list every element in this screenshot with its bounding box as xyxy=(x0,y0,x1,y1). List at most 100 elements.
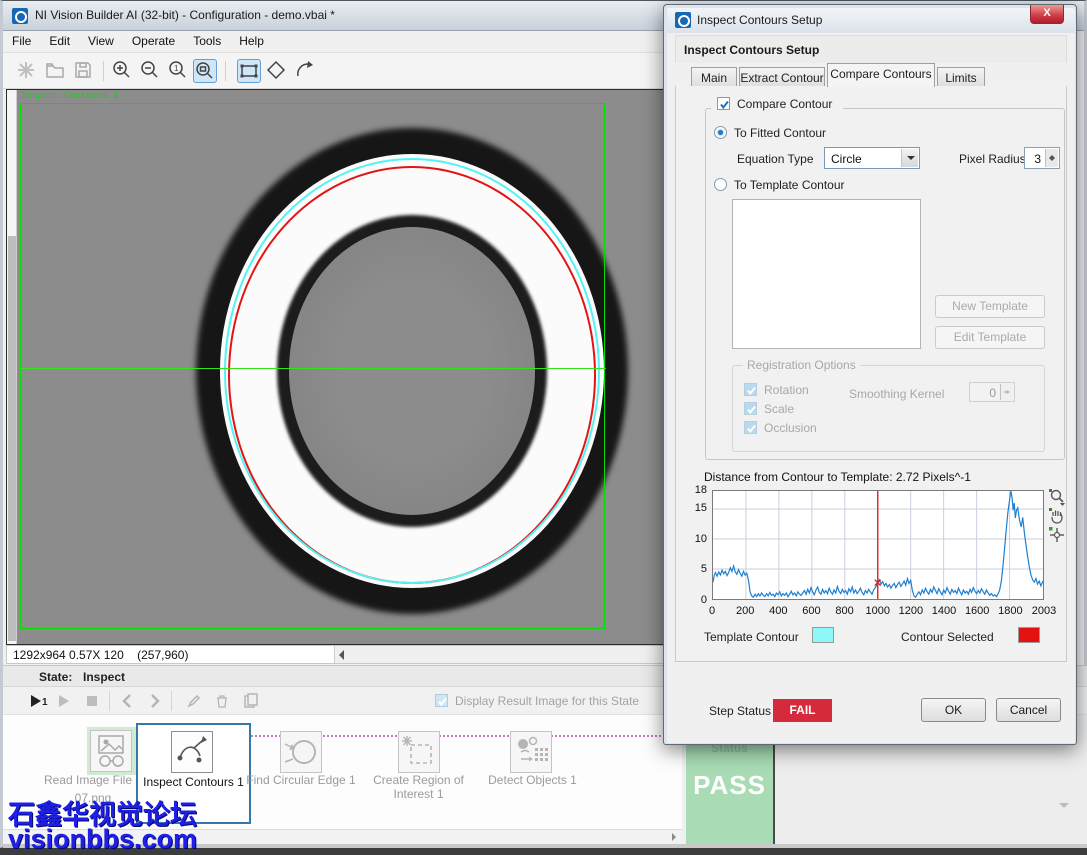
equation-type-label: Equation Type xyxy=(737,152,814,166)
image-display[interactable]: Inspect Contours 1 xyxy=(6,89,682,645)
annulus-tool-icon[interactable] xyxy=(293,59,317,83)
cancel-button[interactable]: Cancel xyxy=(996,698,1061,722)
scrollbar-thumb[interactable] xyxy=(8,236,16,641)
template-contour-swatch[interactable] xyxy=(812,627,834,643)
run-icon[interactable] xyxy=(55,692,73,710)
graph-zoom-icon[interactable] xyxy=(1048,488,1066,506)
display-result-checkbox[interactable] xyxy=(435,694,448,707)
y-tick-label: 18 xyxy=(683,484,707,496)
image-horizontal-scrollbar[interactable] xyxy=(334,646,682,663)
save-icon[interactable] xyxy=(72,59,96,83)
chevron-down-icon[interactable] xyxy=(901,149,918,167)
close-icon[interactable]: X xyxy=(1030,5,1064,24)
edit-icon[interactable] xyxy=(185,692,203,710)
toolbar-separator xyxy=(103,61,104,81)
state-value: Inspect xyxy=(83,670,125,684)
rectangle-tool-icon[interactable] xyxy=(237,59,261,83)
to-template-contour-label: To Template Contour xyxy=(734,178,845,192)
tab-extract-contour[interactable]: Extract Contour xyxy=(739,67,825,87)
occlusion-label: Occlusion xyxy=(764,421,817,435)
step-label-detect-objects[interactable]: Detect Objects 1 xyxy=(480,773,585,787)
pixel-radius-spinner[interactable]: 3 xyxy=(1024,147,1060,169)
tab-compare-contours[interactable]: Compare Contours xyxy=(827,63,935,87)
menu-operate[interactable]: Operate xyxy=(123,31,184,51)
delete-icon[interactable] xyxy=(213,692,231,710)
stop-icon[interactable] xyxy=(83,692,101,710)
roi-rectangle[interactable] xyxy=(20,103,605,629)
menu-view[interactable]: View xyxy=(79,31,123,51)
diamond-tool-icon[interactable] xyxy=(265,59,289,83)
y-tick-label: 15 xyxy=(683,502,707,514)
overlay-step-label: Inspect Contours 1 xyxy=(21,91,119,101)
menu-tools[interactable]: Tools xyxy=(184,31,230,51)
y-tick-label: 10 xyxy=(683,533,707,545)
ok-button[interactable]: OK xyxy=(921,698,986,722)
menu-help[interactable]: Help xyxy=(230,31,273,51)
smoothing-kernel-spinner[interactable]: 0 xyxy=(969,382,1015,402)
rotation-checkbox[interactable] xyxy=(744,383,757,396)
contour-selected-legend-label: Contour Selected xyxy=(901,630,994,644)
copy-icon[interactable] xyxy=(241,692,259,710)
menu-edit[interactable]: Edit xyxy=(40,31,79,51)
to-fitted-contour-label: To Fitted Contour xyxy=(734,126,826,140)
image-vertical-scrollbar[interactable] xyxy=(7,90,17,644)
equation-type-dropdown[interactable]: Circle xyxy=(824,147,920,169)
distance-chart[interactable] xyxy=(712,490,1044,600)
inspect-contours-setup-dialog: Inspect Contours Setup X Inspect Contour… xyxy=(663,4,1077,745)
dialog-body: Inspect Contours Setup Main Extract Cont… xyxy=(667,33,1075,743)
roi-center-line xyxy=(20,368,606,369)
scroll-right-icon[interactable] xyxy=(672,833,676,841)
step-label-create-roi[interactable]: Create Region of Interest 1 xyxy=(366,773,471,801)
svg-text:1: 1 xyxy=(174,64,179,73)
main-toolbar: 1 xyxy=(3,53,683,89)
state-label: State: xyxy=(39,670,72,684)
next-state-icon[interactable] xyxy=(145,692,163,710)
registration-options-legend: Registration Options xyxy=(743,358,860,372)
compare-contour-checkbox[interactable] xyxy=(717,97,730,110)
scroll-left-icon[interactable] xyxy=(339,650,344,660)
step-label-inspect-contours[interactable]: Inspect Contours 1 xyxy=(138,775,249,789)
toolbar-separator xyxy=(225,61,226,81)
template-contour-legend-label: Template Contour xyxy=(704,630,799,644)
detect-objects-icon[interactable] xyxy=(510,731,552,773)
open-icon[interactable] xyxy=(44,59,68,83)
template-preview xyxy=(732,199,921,349)
spinner-arrows-icon[interactable] xyxy=(1045,149,1058,167)
edit-template-button[interactable]: Edit Template xyxy=(935,326,1045,349)
scale-checkbox[interactable] xyxy=(744,402,757,415)
app-icon xyxy=(12,8,28,24)
to-fitted-contour-radio[interactable] xyxy=(714,126,727,139)
menu-file[interactable]: File xyxy=(3,31,40,51)
contour-selected-swatch[interactable] xyxy=(1018,627,1040,643)
image-status-bar: 1292x964 0.57X 120 (257,960) xyxy=(6,645,682,664)
create-roi-icon[interactable] xyxy=(398,731,440,773)
prev-state-icon[interactable] xyxy=(119,692,137,710)
menubar: File Edit View Operate Tools Help xyxy=(3,31,683,53)
equation-type-value: Circle xyxy=(831,152,862,166)
y-tick-label: 5 xyxy=(683,563,707,575)
tab-main[interactable]: Main xyxy=(691,67,737,87)
inspect-contours-icon[interactable] xyxy=(171,731,213,773)
step-status-label: Step Status xyxy=(709,704,771,718)
zoom-fit-icon[interactable] xyxy=(193,59,217,83)
new-icon[interactable] xyxy=(15,59,39,83)
zoom-1to1-icon[interactable]: 1 xyxy=(167,59,191,83)
to-template-contour-radio[interactable] xyxy=(714,178,727,191)
graph-pan-icon[interactable] xyxy=(1048,507,1066,525)
dialog-icon xyxy=(675,12,691,28)
graph-cursor-icon[interactable] xyxy=(1048,526,1066,544)
scroll-down-icon[interactable] xyxy=(1059,803,1069,808)
run-state-once-icon[interactable]: 1 xyxy=(29,692,47,710)
occlusion-checkbox[interactable] xyxy=(744,421,757,434)
find-circular-edge-icon[interactable] xyxy=(280,731,322,773)
zoom-out-icon[interactable] xyxy=(139,59,163,83)
tab-limits[interactable]: Limits xyxy=(937,67,985,87)
step-label-find-circular-edge[interactable]: Find Circular Edge 1 xyxy=(246,773,356,787)
pixel-radius-value: 3 xyxy=(1034,152,1041,166)
new-template-button[interactable]: New Template xyxy=(935,295,1045,318)
display-result-label: Display Result Image for this State xyxy=(455,694,639,708)
read-image-file-icon[interactable] xyxy=(90,730,132,772)
dialog-titlebar[interactable]: Inspect Contours Setup xyxy=(667,8,1075,33)
zoom-in-icon[interactable] xyxy=(111,59,135,83)
smoothing-kernel-value: 0 xyxy=(989,386,996,400)
